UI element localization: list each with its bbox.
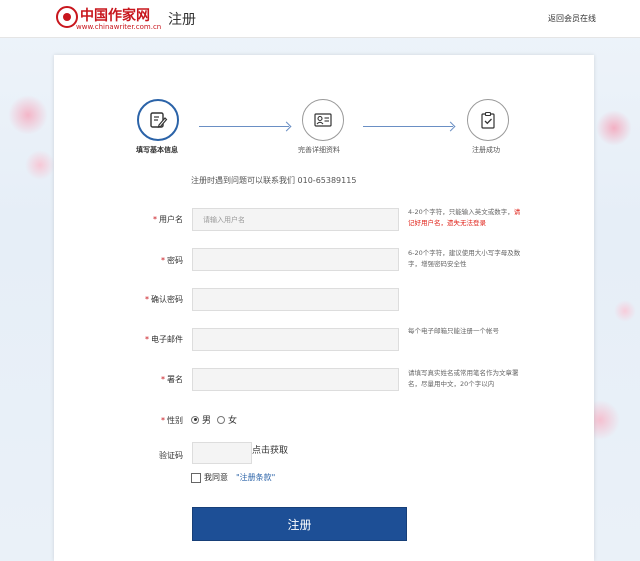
username-label: * 用户名 [93, 214, 183, 225]
step-3-label: 注册成功 [472, 146, 500, 154]
required-mark: * [145, 295, 149, 304]
password-label-text: 密码 [167, 256, 183, 265]
username-hint: 4-20个字符，只能输入英文或数字，请记好用户名，遗失无法登录 [408, 207, 526, 229]
profile-card-icon [314, 113, 332, 127]
email-input[interactable] [192, 328, 399, 351]
confirm-password-input[interactable] [192, 288, 399, 311]
site-header: 中国作家网 www.chinawriter.com.cn 注册 返回会员在线 [0, 0, 640, 38]
site-logo[interactable]: 中国作家网 www.chinawriter.com.cn [56, 5, 161, 33]
agree-checkbox[interactable] [191, 472, 201, 483]
edit-icon [150, 112, 168, 128]
page-title: 注册 [168, 12, 196, 28]
required-mark: * [153, 215, 157, 224]
radio-unselected-icon[interactable] [217, 415, 225, 424]
step-1-circle [137, 99, 179, 141]
pen-name-label: * 署名 [93, 374, 183, 385]
email-label: * 电子邮件 [93, 334, 183, 345]
clipboard-check-icon [481, 111, 495, 129]
agree-label: 我同意 [204, 473, 228, 482]
confirm-password-label: * 确认密码 [93, 294, 183, 305]
password-hint: 6-20个字符，建议使用大小写字母及数字，增强密码安全性 [408, 249, 521, 268]
gender-label: * 性别 [93, 415, 183, 426]
gender-male-radio[interactable]: 男 [191, 413, 211, 426]
logo-chinese-text: 中国作家网 [80, 8, 150, 24]
email-hint: 每个电子邮箱只能注册一个帐号 [408, 327, 499, 335]
logo-url-text: www.chinawriter.com.cn [76, 23, 162, 31]
blossom-decoration [614, 300, 636, 322]
username-label-text: 用户名 [159, 215, 183, 224]
email-label-text: 电子邮件 [151, 335, 183, 344]
help-contact-text: 注册时遇到问题可以联系我们 010-65389115 [191, 176, 357, 185]
username-input[interactable] [192, 208, 399, 231]
required-mark: * [161, 256, 165, 265]
get-captcha-link[interactable]: 点击获取 [252, 443, 288, 456]
step-connector-arrow [363, 126, 453, 127]
terms-link[interactable]: "注册条款" [236, 472, 275, 483]
agree-terms-row: 我同意 "注册条款" [191, 472, 275, 483]
gender-female-label: 女 [228, 416, 238, 426]
logo-emblem-icon [56, 6, 78, 28]
step-3-circle [467, 99, 509, 141]
pen-name-label-text: 署名 [167, 375, 183, 384]
confirm-password-label-text: 确认密码 [151, 295, 183, 304]
username-hint-text: 4-20个字符，只能输入英文或数字， [408, 208, 514, 216]
register-submit-button[interactable]: 注册 [192, 507, 407, 541]
pen-name-input[interactable] [192, 368, 399, 391]
gender-male-label: 男 [202, 416, 212, 426]
step-connector-arrow [199, 126, 289, 127]
blossom-decoration [596, 110, 632, 146]
blossom-decoration [8, 95, 48, 135]
password-input[interactable] [192, 248, 399, 271]
radio-selected-icon[interactable] [191, 415, 199, 424]
blossom-decoration [25, 150, 55, 180]
step-2-circle [302, 99, 344, 141]
captcha-label: 验证码 [159, 451, 183, 460]
captcha-input[interactable] [192, 442, 252, 464]
back-to-member-link[interactable]: 返回会员在线 [548, 13, 596, 24]
required-mark: * [145, 335, 149, 344]
required-mark: * [161, 375, 165, 384]
gender-female-radio[interactable]: 女 [217, 413, 237, 426]
gender-label-text: 性别 [167, 416, 183, 425]
step-1-label: 填写基本信息 [136, 146, 178, 154]
step-2-label: 完善详细资料 [298, 146, 340, 154]
password-label: * 密码 [93, 255, 183, 266]
pen-name-hint: 请填写真实姓名或常用笔名作为文章署名，尽量用中文，20个字以内 [408, 369, 519, 388]
required-mark: * [161, 416, 165, 425]
